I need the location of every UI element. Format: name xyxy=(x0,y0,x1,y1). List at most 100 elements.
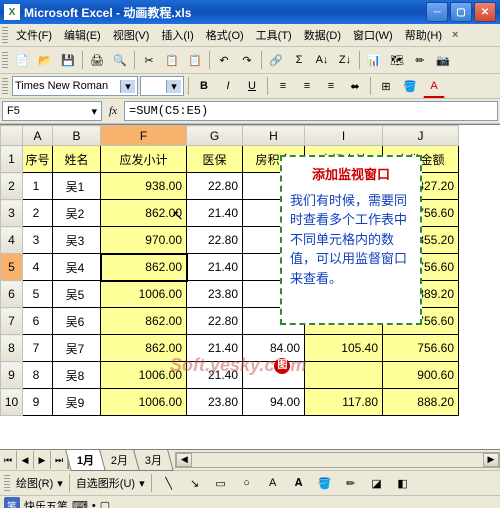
close-button[interactable]: ✕ xyxy=(474,2,496,22)
italic-button[interactable]: I xyxy=(217,75,239,97)
cell[interactable]: 117.80 xyxy=(305,389,383,416)
formula-bar[interactable]: =SUM(C5:E5) xyxy=(124,101,498,121)
tab-next-icon[interactable]: ▶ xyxy=(34,451,51,469)
cell[interactable]: 吴8 xyxy=(53,362,101,389)
cell[interactable]: 21.40 xyxy=(187,200,243,227)
cell[interactable]: 105.40 xyxy=(305,335,383,362)
row-header[interactable]: 3 xyxy=(1,200,23,227)
row-header[interactable]: 4 xyxy=(1,227,23,254)
cell[interactable]: 吴3 xyxy=(53,227,101,254)
cell[interactable]: 吴7 xyxy=(53,335,101,362)
cell[interactable]: 2 xyxy=(23,200,53,227)
cell[interactable]: 3 xyxy=(23,227,53,254)
header-cell[interactable]: 医保 xyxy=(187,146,243,173)
menu-tools[interactable]: 工具(T) xyxy=(250,25,298,45)
undo-icon[interactable]: ↶ xyxy=(213,49,235,71)
cell[interactable]: 吴6 xyxy=(53,308,101,335)
horizontal-scrollbar[interactable]: ◀ ▶ xyxy=(175,452,500,468)
cell[interactable]: 21.40 xyxy=(187,335,243,362)
draw-menu[interactable]: 绘图(R) xyxy=(16,475,53,491)
column-header[interactable]: F xyxy=(101,126,187,146)
tab-prev-icon[interactable]: ◀ xyxy=(17,451,34,469)
worksheet-grid[interactable]: ABFGHIJ1序号姓名应发小计医保房积金应扣小计实发金额21吴1938.002… xyxy=(0,124,500,449)
open-icon[interactable]: 📂 xyxy=(34,49,56,71)
3d-icon[interactable]: ◧ xyxy=(392,472,414,494)
minimize-button[interactable]: ─ xyxy=(426,2,448,22)
align-left-icon[interactable]: ≡ xyxy=(272,75,294,97)
menu-window[interactable]: 窗口(W) xyxy=(347,25,399,45)
cell[interactable]: 22.80 xyxy=(187,173,243,200)
cut-icon[interactable]: ✂ xyxy=(138,49,160,71)
grip-icon[interactable] xyxy=(2,78,8,94)
cell[interactable]: 862.00 xyxy=(101,308,187,335)
cell[interactable]: 吴2 xyxy=(53,200,101,227)
redo-icon[interactable]: ↷ xyxy=(236,49,258,71)
menu-edit[interactable]: 编辑(E) xyxy=(58,25,107,45)
preview-icon[interactable]: 🔍 xyxy=(109,49,131,71)
cell[interactable]: 吴9 xyxy=(53,389,101,416)
cell[interactable]: 5 xyxy=(23,281,53,308)
link-icon[interactable]: 🔗 xyxy=(265,49,287,71)
cell[interactable]: 7 xyxy=(23,335,53,362)
print-icon[interactable]: 🖨 xyxy=(86,49,108,71)
column-header[interactable]: J xyxy=(383,126,459,146)
column-header[interactable]: G xyxy=(187,126,243,146)
font-color-icon[interactable]: A xyxy=(423,75,445,98)
row-header[interactable]: 5 xyxy=(1,254,23,281)
cell[interactable]: 9 xyxy=(23,389,53,416)
copy-icon[interactable]: 📋 xyxy=(161,49,183,71)
select-all-corner[interactable] xyxy=(1,126,23,146)
chevron-down-icon[interactable]: ▾ xyxy=(139,477,145,490)
row-header[interactable]: 2 xyxy=(1,173,23,200)
cell[interactable]: 22.80 xyxy=(187,227,243,254)
align-center-icon[interactable]: ≡ xyxy=(296,75,318,97)
font-name-select[interactable]: Times New Roman▾ xyxy=(12,76,138,96)
column-header[interactable]: H xyxy=(243,126,305,146)
header-cell[interactable]: 姓名 xyxy=(53,146,101,173)
row-header[interactable]: 7 xyxy=(1,308,23,335)
cell[interactable]: 888.20 xyxy=(383,389,459,416)
wordart-icon[interactable]: 𝐀 xyxy=(288,472,310,494)
sort-asc-icon[interactable]: A↓ xyxy=(311,49,333,71)
merge-icon[interactable]: ⬌ xyxy=(344,75,366,97)
border-icon[interactable]: ⊞ xyxy=(375,75,397,97)
grip-icon[interactable] xyxy=(2,52,8,68)
cell[interactable]: 1006.00 xyxy=(101,281,187,308)
menu-help[interactable]: 帮助(H) xyxy=(399,25,448,45)
cell[interactable]: 吴1 xyxy=(53,173,101,200)
row-header[interactable]: 6 xyxy=(1,281,23,308)
save-icon[interactable]: 💾 xyxy=(57,49,79,71)
cell[interactable]: 23.80 xyxy=(187,281,243,308)
maximize-button[interactable]: ▢ xyxy=(450,2,472,22)
drawing-icon[interactable]: ✏ xyxy=(409,49,431,71)
cell[interactable]: 862.00 xyxy=(101,200,187,227)
fill-color-icon[interactable]: 🪣 xyxy=(399,75,421,97)
cell[interactable]: 吴5 xyxy=(53,281,101,308)
font-size-select[interactable]: ▾ xyxy=(140,76,184,96)
line-icon[interactable]: ╲ xyxy=(158,472,180,494)
camera-icon[interactable]: 📷 xyxy=(432,49,454,71)
textbox-icon[interactable]: A xyxy=(262,472,284,494)
chevron-down-icon[interactable]: ▾ xyxy=(57,477,63,490)
cell[interactable]: 21.40 xyxy=(187,362,243,389)
doc-close-button[interactable]: × xyxy=(448,29,462,41)
autoshapes-menu[interactable]: 自选图形(U) xyxy=(76,475,135,491)
menu-view[interactable]: 视图(V) xyxy=(107,25,156,45)
cell[interactable]: 756.60 xyxy=(383,335,459,362)
shadow-icon[interactable]: ◪ xyxy=(366,472,388,494)
cell[interactable]: 862.00 xyxy=(101,254,187,281)
cell[interactable]: 1006.00 xyxy=(101,362,187,389)
bold-button[interactable]: B xyxy=(193,75,215,97)
cell[interactable]: 938.00 xyxy=(101,173,187,200)
sum-icon[interactable]: Σ xyxy=(288,49,310,71)
sheet-tab[interactable]: 3月 xyxy=(133,450,174,471)
underline-button[interactable]: U xyxy=(241,75,263,97)
row-header[interactable]: 9 xyxy=(1,362,23,389)
header-cell[interactable]: 应发小计 xyxy=(101,146,187,173)
cell[interactable]: 94.00 xyxy=(243,389,305,416)
ime-toggle-icon[interactable]: ▢ xyxy=(100,499,110,508)
cell[interactable]: 8 xyxy=(23,362,53,389)
cell[interactable]: 23.80 xyxy=(187,389,243,416)
scroll-left-icon[interactable]: ◀ xyxy=(176,453,192,467)
row-header[interactable]: 8 xyxy=(1,335,23,362)
